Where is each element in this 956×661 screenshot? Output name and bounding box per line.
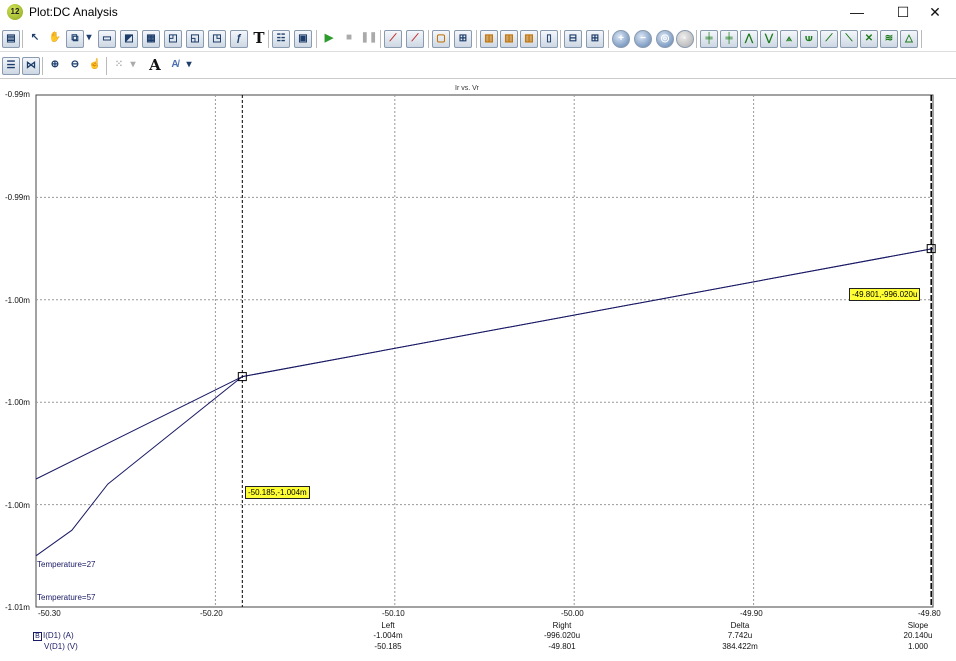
readout-value: 384.422m bbox=[722, 642, 758, 651]
y-tick-label: -1.00m bbox=[5, 296, 30, 305]
cursor-b-readout[interactable]: -49.801,-996.020u bbox=[849, 288, 921, 301]
readout-value: 20.140u bbox=[903, 631, 933, 640]
readout-value: -996.020u bbox=[543, 631, 581, 640]
readout-header-delta: Delta bbox=[730, 621, 750, 630]
x-tick-label: -50.00 bbox=[561, 609, 584, 618]
y-tick-label: -0.99m bbox=[5, 193, 30, 202]
readout-value: -1.004m bbox=[373, 631, 403, 640]
readout-value: 1.000 bbox=[907, 642, 929, 651]
readout-header-right: Right bbox=[552, 621, 572, 630]
x-tick-label: -50.20 bbox=[200, 609, 223, 618]
plot-area[interactable] bbox=[0, 0, 956, 661]
readout-value: -50.185 bbox=[374, 642, 402, 651]
x-tick-label: -49.90 bbox=[740, 609, 763, 618]
readout-header-left: Left bbox=[381, 621, 395, 630]
x-tick-label: -50.30 bbox=[38, 609, 61, 618]
readout-header-slope: Slope bbox=[907, 621, 929, 630]
plot-frame bbox=[35, 94, 934, 608]
x-tick-label: -49.80 bbox=[918, 609, 941, 618]
readout-value: -49.801 bbox=[548, 642, 576, 651]
curve-label-t57: Temperature=57 bbox=[37, 593, 96, 602]
plot-cursors bbox=[237, 95, 936, 607]
y-tick-label: -1.00m bbox=[5, 398, 30, 407]
cursor-a-readout[interactable]: -50.185,-1.004m bbox=[245, 486, 310, 499]
readout-value: 7.742u bbox=[727, 631, 753, 640]
curve-label-t27: Temperature=27 bbox=[37, 560, 96, 569]
plot-grid bbox=[36, 95, 933, 607]
series-line-0 bbox=[35, 248, 934, 480]
readout-row-name: I(D1) (A) bbox=[43, 631, 74, 640]
x-tick-label: -50.10 bbox=[382, 609, 405, 618]
y-tick-label: -1.00m bbox=[5, 501, 30, 510]
readout-row-current[interactable]: B I(D1) (A) bbox=[33, 631, 74, 641]
y-tick-label: -1.01m bbox=[5, 603, 30, 612]
readout-row-voltage[interactable]: V(D1) (V) bbox=[44, 642, 78, 652]
y-tick-label: -0.99m bbox=[5, 90, 30, 99]
series-badge: B bbox=[33, 632, 42, 641]
